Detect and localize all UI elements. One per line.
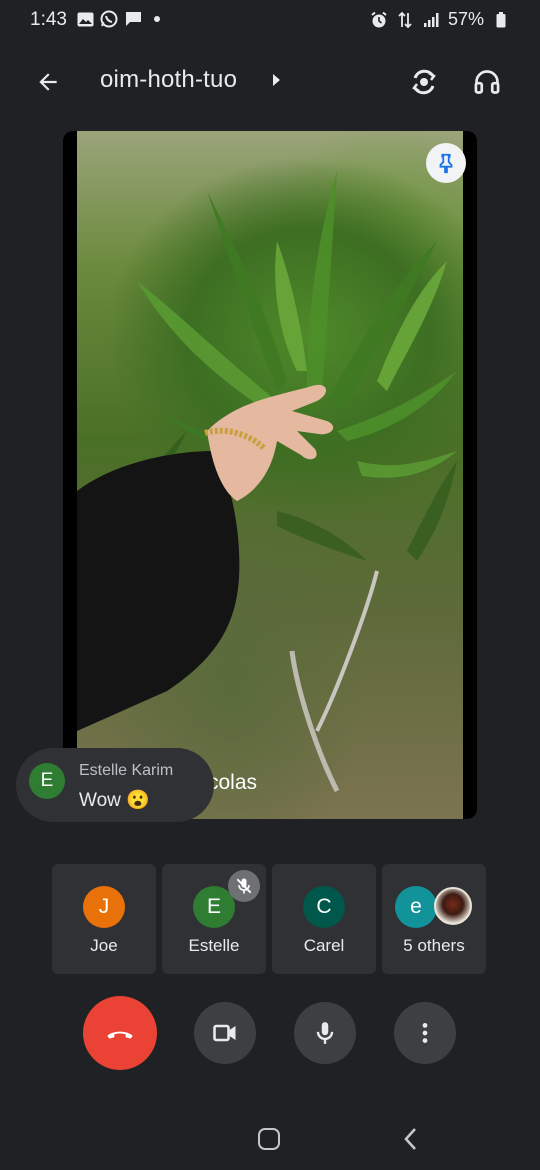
participant-name: Joe bbox=[90, 936, 118, 955]
chat-message-toast[interactable]: E Estelle Karim Wow 😮 bbox=[16, 748, 214, 822]
participant-tile-joe[interactable]: J Joe bbox=[52, 864, 156, 974]
participant-avatar: C bbox=[303, 886, 345, 928]
back-arrow-icon bbox=[39, 73, 57, 91]
signal-icon bbox=[422, 11, 440, 29]
meeting-title[interactable]: oim-hoth-tuo bbox=[100, 66, 237, 94]
pin-button[interactable] bbox=[426, 143, 466, 183]
gallery-icon bbox=[76, 10, 94, 28]
participant-name: Carel bbox=[303, 936, 345, 955]
back-button[interactable] bbox=[30, 64, 66, 100]
main-video-tile[interactable] bbox=[63, 131, 477, 819]
end-call-icon bbox=[107, 1031, 133, 1039]
mic-off-icon bbox=[236, 878, 252, 894]
participant-name: 5 others bbox=[403, 936, 465, 955]
mic-muted-badge bbox=[228, 870, 260, 902]
whatsapp-icon bbox=[100, 10, 118, 28]
status-time: 1:43 bbox=[30, 9, 67, 30]
alarm-icon bbox=[370, 11, 388, 29]
caret-right-icon[interactable] bbox=[271, 72, 283, 88]
switch-camera-button[interactable] bbox=[404, 62, 444, 102]
participant-tile-carel[interactable]: C Carel bbox=[272, 864, 376, 974]
end-call-button[interactable] bbox=[83, 996, 157, 1070]
status-bar: 1:43 57% bbox=[0, 0, 540, 42]
participant-avatar: J bbox=[83, 886, 125, 928]
switch-camera-icon bbox=[412, 69, 436, 95]
participant-tile-others[interactable]: e 5 others bbox=[382, 864, 486, 974]
audio-output-button[interactable] bbox=[467, 62, 507, 102]
camera-icon bbox=[213, 1024, 236, 1042]
participant-photo-avatar bbox=[434, 887, 472, 925]
chat-sender: Estelle Karim bbox=[79, 762, 174, 779]
data-arrows-icon bbox=[396, 11, 414, 29]
participant-tile-estelle[interactable]: E Estelle bbox=[162, 864, 266, 974]
status-system-icons: 57% bbox=[370, 9, 510, 30]
chat-message-text: Wow 😮 bbox=[79, 790, 150, 811]
headphones-icon bbox=[474, 70, 500, 94]
app-bar: oim-hoth-tuo bbox=[0, 48, 540, 112]
status-notification-icons bbox=[76, 10, 166, 28]
dot-icon bbox=[148, 10, 166, 28]
chat-avatar: E bbox=[29, 763, 65, 799]
battery-icon bbox=[492, 11, 510, 29]
nav-back-icon[interactable] bbox=[400, 1126, 422, 1152]
participant-avatar: e bbox=[395, 886, 437, 928]
battery-percent: 57% bbox=[447, 9, 484, 29]
participant-name: Estelle bbox=[188, 936, 240, 955]
video-participant-name: colas bbox=[208, 771, 258, 794]
pin-icon bbox=[439, 153, 453, 174]
microphone-icon bbox=[316, 1022, 334, 1044]
nav-home-button[interactable] bbox=[258, 1128, 280, 1150]
more-options-icon bbox=[422, 1023, 428, 1043]
video-feed-plants bbox=[77, 131, 463, 819]
microphone-toggle-button[interactable] bbox=[294, 1002, 356, 1064]
more-options-button[interactable] bbox=[394, 1002, 456, 1064]
camera-toggle-button[interactable] bbox=[194, 1002, 256, 1064]
chat-notification-icon bbox=[124, 10, 142, 28]
